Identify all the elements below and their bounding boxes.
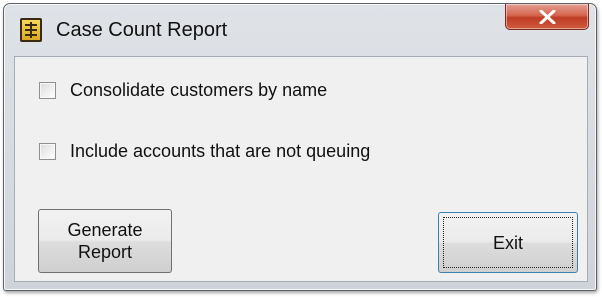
include-accounts-checkbox[interactable] bbox=[39, 142, 56, 160]
consolidate-customers-option[interactable]: Consolidate customers by name bbox=[39, 78, 327, 102]
close-x-icon bbox=[539, 10, 556, 24]
title-bar[interactable]: Case Count Report bbox=[4, 4, 596, 56]
include-accounts-option[interactable]: Include accounts that are not queuing bbox=[39, 139, 370, 163]
exit-button[interactable]: Exit bbox=[438, 212, 578, 273]
close-button[interactable] bbox=[505, 4, 589, 30]
case-count-report-window: Case Count Report Consolidate customers … bbox=[3, 3, 597, 291]
generate-report-label: Generate Report bbox=[67, 220, 143, 262]
generate-report-button[interactable]: Generate Report bbox=[38, 209, 172, 273]
window-title: Case Count Report bbox=[56, 19, 228, 41]
consolidate-customers-checkbox[interactable] bbox=[39, 81, 56, 99]
consolidate-customers-label[interactable]: Consolidate customers by name bbox=[70, 80, 327, 101]
calculator-icon[interactable] bbox=[20, 18, 42, 42]
focus-rectangle bbox=[443, 217, 573, 268]
dialog-body: Consolidate customers by name Include ac… bbox=[14, 56, 588, 282]
include-accounts-label[interactable]: Include accounts that are not queuing bbox=[70, 141, 370, 162]
